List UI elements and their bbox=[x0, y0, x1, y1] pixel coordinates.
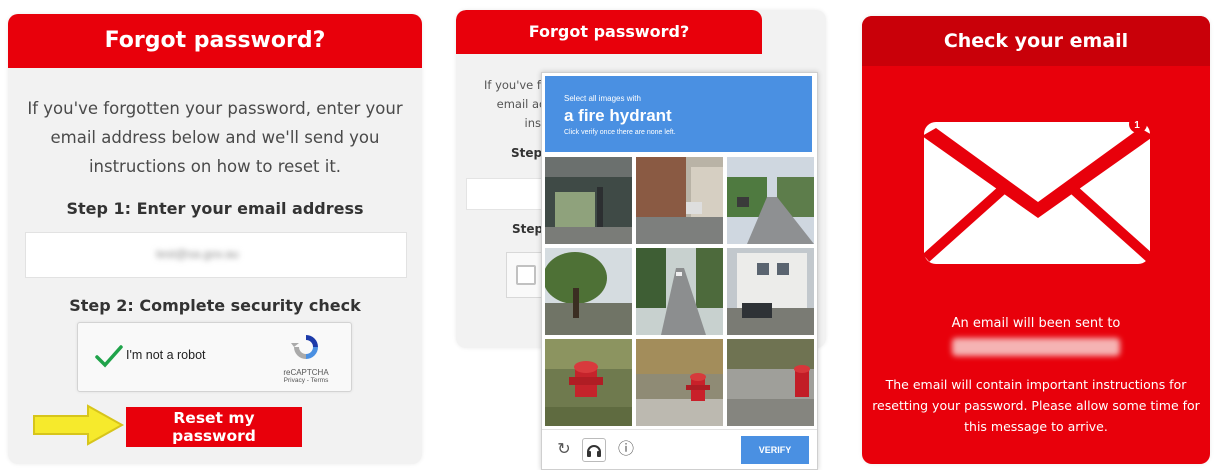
headphones-icon[interactable] bbox=[582, 438, 606, 462]
panel-title: Check your email bbox=[862, 16, 1210, 66]
recaptcha-brand: reCAPTCHA bbox=[283, 368, 329, 377]
reload-icon[interactable]: ↻ bbox=[554, 440, 574, 460]
image-tile[interactable] bbox=[636, 248, 723, 335]
panel-title: Forgot password? bbox=[456, 10, 762, 54]
email-address-redacted bbox=[952, 338, 1120, 356]
checkmark-icon[interactable] bbox=[94, 341, 124, 371]
reset-password-button[interactable]: Reset my password bbox=[126, 407, 302, 447]
email-value: test@sa.gov.au bbox=[156, 247, 239, 261]
email-input[interactable] bbox=[466, 178, 548, 210]
forgot-password-panel: Forgot password? If you've forgotten you… bbox=[8, 14, 422, 464]
challenge-header: Select all images with a fire hydrant Cl… bbox=[545, 76, 812, 152]
check-email-panel: Check your email 1 An email will been se… bbox=[862, 16, 1210, 464]
recaptcha-terms[interactable]: Privacy - Terms bbox=[271, 377, 341, 384]
image-grid bbox=[545, 157, 814, 426]
verify-button[interactable]: VERIFY bbox=[741, 436, 809, 464]
captcha-challenge: Select all images with a fire hydrant Cl… bbox=[541, 72, 818, 470]
step-label-partial: Step bbox=[512, 222, 544, 236]
image-tile[interactable] bbox=[727, 248, 814, 335]
info-icon[interactable]: ⓘ bbox=[616, 440, 636, 460]
image-tile[interactable] bbox=[727, 157, 814, 244]
image-tile[interactable] bbox=[545, 339, 632, 426]
recaptcha-icon bbox=[291, 335, 318, 359]
image-tile[interactable] bbox=[545, 157, 632, 244]
image-tile[interactable] bbox=[545, 248, 632, 335]
recaptcha-label: I'm not a robot bbox=[126, 348, 206, 362]
arrow-right-icon bbox=[33, 404, 125, 446]
challenge-target: a fire hydrant bbox=[564, 106, 672, 125]
step2-label: Step 2: Complete security check bbox=[69, 296, 361, 315]
challenge-hint: Click verify once there are none left. bbox=[564, 129, 676, 136]
recaptcha-checkbox[interactable] bbox=[516, 265, 536, 285]
image-tile[interactable] bbox=[636, 157, 723, 244]
step-label-partial: Step bbox=[511, 146, 543, 160]
envelope-icon: 1 bbox=[922, 118, 1154, 264]
challenge-footer: ↻ ⓘ VERIFY bbox=[542, 429, 817, 470]
step1-label: Step 1: Enter your email address bbox=[66, 199, 364, 218]
sent-label: An email will been sent to bbox=[951, 316, 1121, 331]
image-tile[interactable] bbox=[727, 339, 814, 426]
recaptcha-widget[interactable]: I'm not a robot reCAPTCHA Privacy - Term… bbox=[77, 322, 352, 392]
recaptcha-logo: reCAPTCHA Privacy - Terms bbox=[271, 333, 341, 384]
panel-title: Forgot password? bbox=[8, 14, 422, 68]
intro-text: If you've forgotten your password, enter… bbox=[27, 99, 403, 176]
challenge-instruction: Select all images with bbox=[564, 94, 641, 103]
email-input[interactable]: test@sa.gov.au bbox=[25, 232, 407, 278]
instructions-text: The email will contain important instruc… bbox=[872, 377, 1200, 434]
notification-badge: 1 bbox=[1134, 120, 1140, 131]
image-tile[interactable] bbox=[636, 339, 723, 426]
